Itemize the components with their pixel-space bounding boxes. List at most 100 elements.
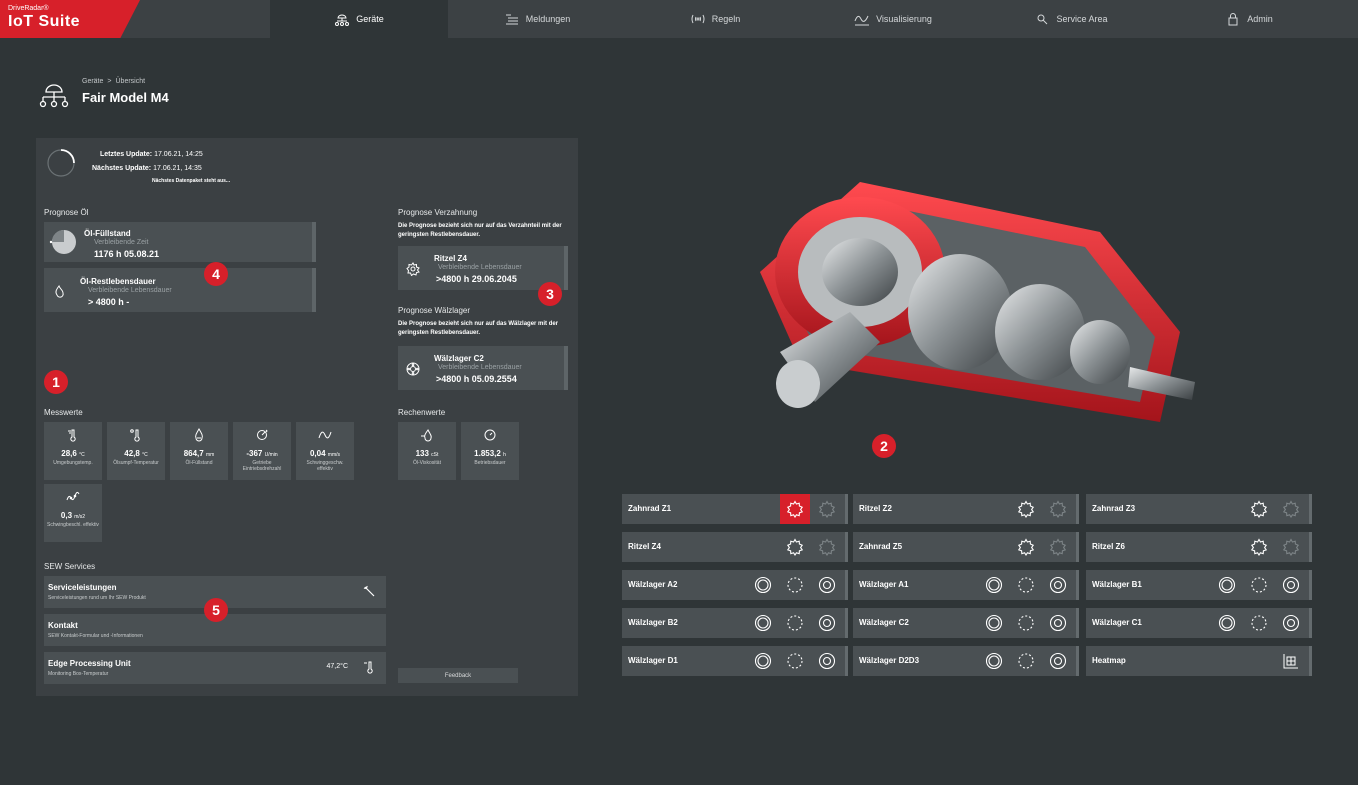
bearing-inner-ring-icon[interactable]: [1280, 575, 1302, 595]
component-waelzlager-b2[interactable]: Wälzlager B2: [622, 608, 848, 638]
bearing-outer-ring-icon[interactable]: [983, 575, 1005, 595]
gear-detail-icon[interactable]: [1280, 499, 1302, 519]
measurement-tile[interactable]: -367 U/min Getriebe Eintriebsdrehzahl: [233, 422, 291, 480]
update-status: Nächstes Datenpaket steht aus...: [152, 178, 231, 184]
component-waelzlager-a1[interactable]: Wälzlager A1: [853, 570, 1079, 600]
service-sub: Serviceleistungen rund um Ihr SEW Produk…: [48, 595, 146, 601]
bearing-lifetime-sub: Verbleibende Lebensdauer: [438, 364, 522, 371]
bearing-inner-ring-icon[interactable]: [1280, 613, 1302, 633]
oil-level-card[interactable]: Öl-Füllstand Verbleibende Zeit 1176 h 05…: [44, 222, 316, 262]
component-name: Wälzlager D2D3: [859, 656, 920, 665]
bearing-inner-ring-icon[interactable]: [1047, 575, 1069, 595]
component-name: Zahnrad Z1: [628, 504, 672, 513]
bearing-outer-ring-icon[interactable]: [752, 613, 774, 633]
heatmap-icon[interactable]: [1280, 651, 1302, 671]
component-waelzlager-a2[interactable]: Wälzlager A2: [622, 570, 848, 600]
tab-visualisierung[interactable]: Visualisierung: [804, 0, 982, 38]
tab-geraete[interactable]: Geräte: [270, 0, 448, 38]
device-overview-panel: Letztes Update: 17.06.21, 14:25 Nächstes…: [36, 138, 578, 696]
component-name: Wälzlager A1: [859, 580, 909, 589]
gear-detail-icon[interactable]: [1280, 537, 1302, 557]
bearing-icon: [406, 362, 420, 376]
visualization-icon: [854, 15, 870, 26]
gear-alert-icon[interactable]: [780, 494, 810, 524]
tab-meldungen[interactable]: Meldungen: [448, 0, 626, 38]
vibration-velocity-icon: [318, 431, 332, 439]
bearing-rolling-element-icon[interactable]: [784, 651, 806, 671]
measurement-tile[interactable]: 28,6 °C Umgebungstemp.: [44, 422, 102, 480]
tile-label: Öl-Füllstand: [185, 460, 213, 466]
bearing-inner-ring-icon[interactable]: [816, 613, 838, 633]
bearing-lifetime-card[interactable]: Wälzlager C2 Verbleibende Lebensdauer >4…: [398, 346, 568, 390]
gear-detail-icon[interactable]: [1047, 499, 1069, 519]
prognose-oel-label: Prognose Öl: [44, 208, 89, 217]
component-waelzlager-c1[interactable]: Wälzlager C1: [1086, 608, 1312, 638]
service-icon: [1037, 14, 1048, 25]
service-item-edge-processing-unit[interactable]: Edge Processing Unit Monitoring Box-Temp…: [44, 652, 386, 684]
bearing-inner-ring-icon[interactable]: [816, 575, 838, 595]
bearing-inner-ring-icon[interactable]: [816, 651, 838, 671]
tile-unit: U/min: [264, 452, 278, 458]
badge-4: 4: [204, 262, 228, 286]
tile-label: Schwingbeschl. effektiv: [47, 522, 99, 528]
tab-service-area[interactable]: Service Area: [982, 0, 1160, 38]
bearing-rolling-element-icon[interactable]: [1015, 575, 1037, 595]
bearing-rolling-element-icon[interactable]: [1015, 651, 1037, 671]
gear-icon[interactable]: [784, 537, 806, 557]
breadcrumb-item-geraete[interactable]: Geräte: [82, 78, 103, 85]
breadcrumb-item-uebersicht[interactable]: Übersicht: [116, 78, 146, 85]
gear-icon[interactable]: [1015, 499, 1037, 519]
bearing-rolling-element-icon[interactable]: [1248, 575, 1270, 595]
bearing-outer-ring-icon[interactable]: [752, 575, 774, 595]
bearing-rolling-element-icon[interactable]: [1015, 613, 1037, 633]
ambient-temperature-icon: [68, 429, 76, 442]
bearing-inner-ring-icon[interactable]: [1047, 613, 1069, 633]
badge-5: 5: [204, 598, 228, 622]
component-zahnrad-z5[interactable]: Zahnrad Z5: [853, 532, 1079, 562]
gear-icon[interactable]: [1248, 499, 1270, 519]
tab-admin[interactable]: Admin: [1160, 0, 1338, 38]
bearing-outer-ring-icon[interactable]: [1216, 575, 1238, 595]
gear-detail-icon[interactable]: [816, 499, 838, 519]
computed-tile[interactable]: 1.853,2 h Betriebsdauer: [461, 422, 519, 480]
bearing-rolling-element-icon[interactable]: [784, 575, 806, 595]
component-ritzel-z2[interactable]: Ritzel Z2: [853, 494, 1079, 524]
component-name: Ritzel Z6: [1092, 542, 1125, 551]
prognose-waelzlager-label: Prognose Wälzlager: [398, 306, 471, 315]
bearing-rolling-element-icon[interactable]: [784, 613, 806, 633]
badge-3: 3: [538, 282, 562, 306]
bearing-rolling-element-icon[interactable]: [1248, 613, 1270, 633]
oil-lifetime-title: Öl-Restlebensdauer: [80, 277, 156, 286]
bearing-outer-ring-icon[interactable]: [983, 613, 1005, 633]
measurement-tile[interactable]: 42,8 °C Ölsumpf-Temperatur: [107, 422, 165, 480]
oil-lifetime-card[interactable]: Öl-Restlebensdauer Verbleibende Lebensda…: [44, 268, 316, 312]
component-waelzlager-d1[interactable]: Wälzlager D1: [622, 646, 848, 676]
measurement-tile[interactable]: 864,7 mm Öl-Füllstand: [170, 422, 228, 480]
component-name: Ritzel Z2: [859, 504, 892, 513]
component-ritzel-z6[interactable]: Ritzel Z6: [1086, 532, 1312, 562]
gear-icon[interactable]: [1248, 537, 1270, 557]
tile-label: Betriebsdauer: [474, 460, 506, 466]
component-ritzel-z4[interactable]: Ritzel Z4: [622, 532, 848, 562]
feedback-button[interactable]: Feedback: [398, 668, 518, 683]
component-heatmap[interactable]: Heatmap: [1086, 646, 1312, 676]
computed-tile[interactable]: 133 cSt Öl-Viskosität: [398, 422, 456, 480]
component-waelzlager-b1[interactable]: Wälzlager B1: [1086, 570, 1312, 600]
component-zahnrad-z1[interactable]: Zahnrad Z1: [622, 494, 848, 524]
gear-detail-icon[interactable]: [1047, 537, 1069, 557]
tab-regeln[interactable]: Regeln: [626, 0, 804, 38]
bearing-inner-ring-icon[interactable]: [1047, 651, 1069, 671]
bearing-outer-ring-icon[interactable]: [752, 651, 774, 671]
measurement-tile[interactable]: 0,3 m/s2 Schwingbeschl. effektiv: [44, 484, 102, 542]
bearing-outer-ring-icon[interactable]: [983, 651, 1005, 671]
component-zahnrad-z3[interactable]: Zahnrad Z3: [1086, 494, 1312, 524]
measurement-tile[interactable]: 0,04 mm/s Schwinggeschw. effektiv: [296, 422, 354, 480]
component-waelzlager-d2d3[interactable]: Wälzlager D2D3: [853, 646, 1079, 676]
component-waelzlager-c2[interactable]: Wälzlager C2: [853, 608, 1079, 638]
bearing-outer-ring-icon[interactable]: [1216, 613, 1238, 633]
bearing-lifetime-value: >4800 h 05.09.2554: [436, 374, 517, 384]
gear-icon[interactable]: [1015, 537, 1037, 557]
gear-detail-icon[interactable]: [816, 537, 838, 557]
app-logo[interactable]: DriveRadar® IoT Suite: [0, 0, 140, 38]
rechenwerte-label: Rechenwerte: [398, 408, 446, 417]
